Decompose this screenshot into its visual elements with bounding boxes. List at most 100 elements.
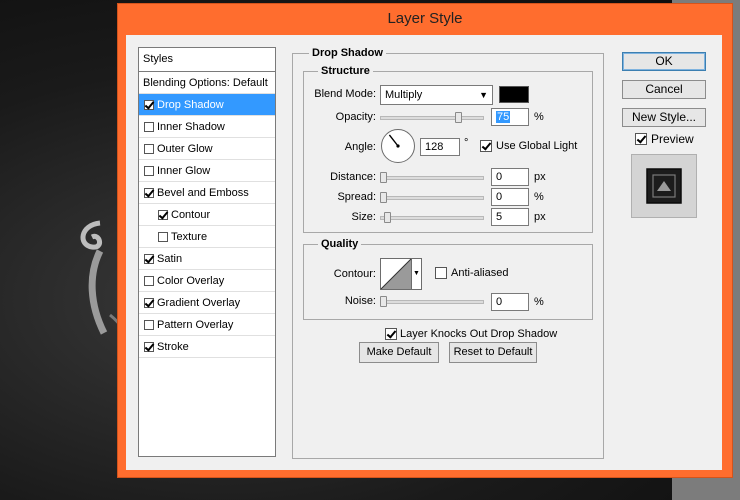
spread-slider-thumb[interactable] <box>380 192 387 203</box>
blending-options-item[interactable]: Blending Options: Default <box>139 72 275 94</box>
spread-slider-track[interactable] <box>380 196 484 200</box>
noise-unit: % <box>534 296 544 308</box>
angle-dial[interactable] <box>380 128 416 164</box>
degree-symbol: ° <box>464 137 469 149</box>
distance-label: Distance: <box>330 171 376 183</box>
new-style-button[interactable]: New Style... <box>622 108 706 127</box>
distance-slider-track[interactable] <box>380 176 484 180</box>
style-item-color-overlay[interactable]: Color Overlay <box>139 270 275 292</box>
size-unit: px <box>534 211 546 223</box>
styles-list: Styles Blending Options: Default Drop Sh… <box>138 47 276 457</box>
style-item-checkbox[interactable] <box>144 254 154 264</box>
anti-aliased-checkbox[interactable] <box>435 267 447 279</box>
style-item-label: Color Overlay <box>157 275 225 287</box>
style-item-checkbox[interactable] <box>144 166 154 176</box>
layer-style-dialog: Layer Style Styles Blending Options: Def… <box>117 3 733 478</box>
style-item-checkbox[interactable] <box>158 232 168 242</box>
contour-dropdown-arrow[interactable]: ▼ <box>412 258 422 290</box>
styles-header[interactable]: Styles <box>139 48 275 72</box>
drop-shadow-title: Drop Shadow <box>309 47 386 59</box>
style-item-checkbox[interactable] <box>144 100 154 110</box>
opacity-slider-thumb[interactable] <box>455 112 462 123</box>
style-item-label: Outer Glow <box>157 143 213 155</box>
style-item-label: Bevel and Emboss <box>157 187 249 199</box>
style-item-checkbox[interactable] <box>144 342 154 352</box>
noise-slider-thumb[interactable] <box>380 296 387 307</box>
shadow-color-swatch[interactable] <box>499 86 529 103</box>
angle-value: 128 <box>425 141 444 153</box>
style-item-drop-shadow[interactable]: Drop Shadow <box>139 94 275 116</box>
style-item-label: Inner Glow <box>157 165 211 177</box>
style-item-label: Pattern Overlay <box>157 319 234 331</box>
angle-label: Angle: <box>344 141 376 153</box>
noise-value: 0 <box>496 296 503 308</box>
size-slider-track[interactable] <box>380 216 484 220</box>
opacity-slider-track[interactable] <box>380 116 484 120</box>
contour-label: Contour: <box>333 268 376 280</box>
style-item-contour[interactable]: Contour <box>139 204 275 226</box>
style-item-checkbox[interactable] <box>144 276 154 286</box>
style-item-texture[interactable]: Texture <box>139 226 275 248</box>
ok-button[interactable]: OK <box>622 52 706 71</box>
distance-unit: px <box>534 171 546 183</box>
dialog-title: Layer Style <box>387 10 463 27</box>
style-item-pattern-overlay[interactable]: Pattern Overlay <box>139 314 275 336</box>
quality-group: Quality Contour: ▼ Anti-aliased Noise: 0 <box>303 238 593 320</box>
knocks-out-label: Layer Knocks Out Drop Shadow <box>400 328 558 340</box>
style-item-checkbox[interactable] <box>144 188 154 198</box>
style-item-label: Texture <box>171 231 208 243</box>
contour-picker[interactable]: ▼ <box>380 258 422 290</box>
style-item-inner-glow[interactable]: Inner Glow <box>139 160 275 182</box>
style-item-bevel-and-emboss[interactable]: Bevel and Emboss <box>139 182 275 204</box>
spread-unit: % <box>534 191 544 203</box>
opacity-input[interactable]: 75 <box>491 108 529 126</box>
style-item-label: Drop Shadow <box>157 99 224 111</box>
spread-value: 0 <box>496 191 503 203</box>
distance-value: 0 <box>496 171 503 183</box>
style-item-gradient-overlay[interactable]: Gradient Overlay <box>139 292 275 314</box>
blend-mode-select[interactable]: Multiply ▼ <box>380 85 493 105</box>
angle-input[interactable]: 128 <box>420 138 460 156</box>
size-slider-thumb[interactable] <box>384 212 391 223</box>
blend-mode-value: Multiply <box>385 89 423 101</box>
anti-aliased-label: Anti-aliased <box>451 267 509 279</box>
noise-input[interactable]: 0 <box>491 293 529 311</box>
drop-shadow-group: Drop Shadow Structure Blend Mode: Multip… <box>292 47 604 459</box>
size-label: Size: <box>351 211 376 223</box>
spread-input[interactable]: 0 <box>491 188 529 206</box>
preview-swatch-icon <box>646 168 682 204</box>
knocks-out-checkbox[interactable] <box>385 328 397 340</box>
use-global-light-checkbox[interactable] <box>480 140 492 152</box>
preview-checkbox[interactable] <box>635 133 647 145</box>
cancel-button[interactable]: Cancel <box>622 80 706 99</box>
reset-to-default-button[interactable]: Reset to Default <box>449 342 537 363</box>
chevron-down-icon: ▼ <box>479 90 488 100</box>
noise-slider-track[interactable] <box>380 300 484 304</box>
contour-preview-icon <box>380 258 412 290</box>
structure-title: Structure <box>318 65 373 77</box>
style-item-satin[interactable]: Satin <box>139 248 275 270</box>
make-default-button[interactable]: Make Default <box>359 342 439 363</box>
opacity-value: 75 <box>496 111 511 123</box>
style-item-label: Gradient Overlay <box>157 297 241 309</box>
style-item-inner-shadow[interactable]: Inner Shadow <box>139 116 275 138</box>
opacity-percent: % <box>534 111 544 123</box>
style-item-label: Satin <box>157 253 183 265</box>
structure-group: Structure Blend Mode: Multiply ▼ Opacity… <box>303 65 593 233</box>
distance-input[interactable]: 0 <box>491 168 529 186</box>
distance-slider-thumb[interactable] <box>380 172 387 183</box>
size-input[interactable]: 5 <box>491 208 529 226</box>
opacity-label: Opacity: <box>335 111 376 123</box>
style-item-checkbox[interactable] <box>158 210 168 220</box>
spread-label: Spread: <box>337 191 376 203</box>
style-item-outer-glow[interactable]: Outer Glow <box>139 138 275 160</box>
style-item-checkbox[interactable] <box>144 144 154 154</box>
style-item-checkbox[interactable] <box>144 298 154 308</box>
use-global-light-label: Use Global Light <box>496 140 578 152</box>
dialog-body: Styles Blending Options: Default Drop Sh… <box>126 35 722 470</box>
size-value: 5 <box>496 211 503 223</box>
style-item-label: Inner Shadow <box>157 121 225 133</box>
style-item-checkbox[interactable] <box>144 122 154 132</box>
style-item-checkbox[interactable] <box>144 320 154 330</box>
style-item-stroke[interactable]: Stroke <box>139 336 275 358</box>
